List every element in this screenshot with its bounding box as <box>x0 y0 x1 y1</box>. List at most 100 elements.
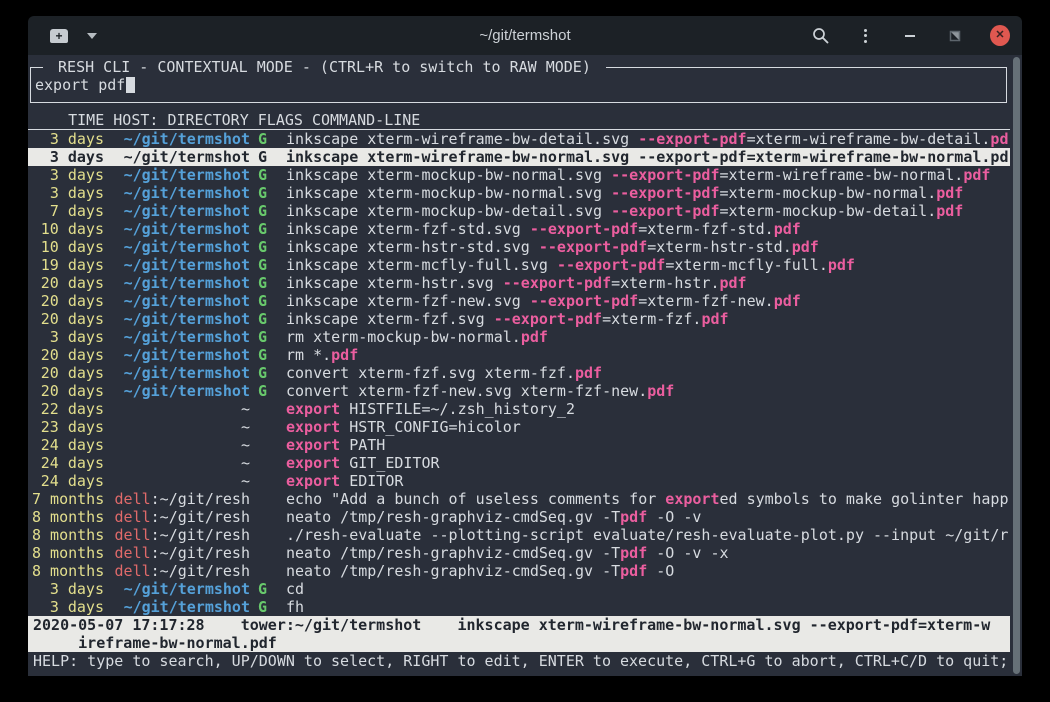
row-time: 3 days <box>32 148 104 166</box>
restore-button[interactable] <box>945 26 965 46</box>
row-flags <box>250 400 280 418</box>
match-highlight: export <box>286 400 340 418</box>
history-row[interactable]: 7 days~/git/termshotGinkscape xterm-mock… <box>28 202 1010 220</box>
row-directory: ~/git/termshot <box>124 382 250 400</box>
row-command: export HSTR_CONFIG=hicolor <box>280 418 1010 436</box>
history-row[interactable]: 24 days~export EDITOR <box>28 472 1010 490</box>
history-row[interactable]: 3 days~/git/termshotGinkscape xterm-wire… <box>28 130 1010 148</box>
row-directory: ~/git/termshot <box>124 328 250 346</box>
history-row[interactable]: 20 days~/git/termshotGconvert xterm-fzf.… <box>28 364 1010 382</box>
row-flags: G <box>250 274 280 292</box>
history-row[interactable]: 22 days~export HISTFILE=~/.zsh_history_2 <box>28 400 1010 418</box>
search-query-text: export pdf <box>35 76 125 94</box>
history-row[interactable]: 20 days~/git/termshotGinkscape xterm-fzf… <box>28 292 1010 310</box>
command-text: ./resh-evaluate --plotting-script evalua… <box>286 526 1008 544</box>
row-flags: G <box>250 184 280 202</box>
history-row[interactable]: 20 days~/git/termshotGconvert xterm-fzf-… <box>28 382 1010 400</box>
row-host-directory: ~/git/termshot <box>104 346 250 364</box>
match-highlight: pdf <box>792 238 819 256</box>
row-command: inkscape xterm-wireframe-bw-detail.svg -… <box>280 130 1010 148</box>
history-row[interactable]: 10 days~/git/termshotGinkscape xterm-hst… <box>28 238 1010 256</box>
row-command: inkscape xterm-fzf.svg --export-pdf=xter… <box>280 310 1010 328</box>
new-tab-button[interactable]: + <box>48 27 70 45</box>
row-directory: :~/git/resh <box>151 562 250 580</box>
command-text: inkscape xterm-hstr.svg <box>286 274 503 292</box>
row-command: export EDITOR <box>280 472 1010 490</box>
history-row[interactable]: 8 monthsdell:~/git/reshneato /tmp/resh-g… <box>28 508 1010 526</box>
command-text: =xterm-fzf-new. <box>638 292 773 310</box>
row-directory: ~ <box>241 436 250 454</box>
row-command: echo "Add a bunch of useless comments fo… <box>280 490 1010 508</box>
match-highlight: pdf <box>620 508 647 526</box>
history-row[interactable]: 19 days~/git/termshotGinkscape xterm-mcf… <box>28 256 1010 274</box>
row-host-directory: ~ <box>104 436 250 454</box>
history-row[interactable]: 24 days~export PATH <box>28 436 1010 454</box>
terminal-window: + ~/git/termshot <box>28 16 1022 676</box>
minimize-button[interactable] <box>900 26 920 46</box>
match-highlight: pdf <box>620 562 647 580</box>
row-flags <box>250 526 280 544</box>
history-row[interactable]: 8 monthsdell:~/git/reshneato /tmp/resh-g… <box>28 544 1010 562</box>
match-highlight: pdf <box>936 184 963 202</box>
row-directory: ~/git/termshot <box>124 148 250 166</box>
match-highlight: export <box>286 418 340 436</box>
search-button[interactable] <box>810 26 830 46</box>
history-row[interactable]: 3 days~/git/termshotGinkscape xterm-mock… <box>28 166 1010 184</box>
row-command: ./resh-evaluate --plotting-script evalua… <box>280 526 1010 544</box>
history-row[interactable]: 3 days~/git/termshotGrm xterm-mockup-bw-… <box>28 328 1010 346</box>
status-bar-line2: ireframe-bw-normal.pdf <box>28 634 1010 652</box>
row-time: 7 days <box>32 202 104 220</box>
history-row[interactable]: 3 days~/git/termshotGfh <box>28 598 1010 616</box>
match-highlight: --export-pdf <box>557 256 665 274</box>
row-flags: G <box>250 598 280 616</box>
row-time: 20 days <box>32 274 104 292</box>
row-time: 20 days <box>32 346 104 364</box>
row-host-directory: ~/git/termshot <box>104 184 250 202</box>
row-host-directory: ~/git/termshot <box>104 364 250 382</box>
row-time: 3 days <box>32 580 104 598</box>
match-highlight: --export-pdf <box>494 310 602 328</box>
command-text: EDITOR <box>340 472 403 490</box>
close-button[interactable]: ✕ <box>990 26 1010 46</box>
match-highlight: --export-pdf <box>530 220 638 238</box>
command-text: inkscape xterm-mockup-bw-normal.svg <box>286 166 611 184</box>
history-row[interactable]: 24 days~export GIT_EDITOR <box>28 454 1010 472</box>
search-input[interactable]: export pdf <box>31 76 135 94</box>
row-directory: ~/git/termshot <box>124 292 250 310</box>
row-directory: :~/git/resh <box>151 490 250 508</box>
match-highlight: pdf <box>828 256 855 274</box>
match-highlight: export <box>286 472 340 490</box>
menu-button[interactable] <box>855 26 875 46</box>
history-row[interactable]: 3 days~/git/termshotGinkscape xterm-mock… <box>28 184 1010 202</box>
row-time: 3 days <box>32 184 104 202</box>
row-flags: G <box>250 256 280 274</box>
history-row[interactable]: 7 monthsdell:~/git/reshecho "Add a bunch… <box>28 490 1010 508</box>
row-command: convert xterm-fzf.svg xterm-fzf.pdf <box>280 364 1010 382</box>
search-box[interactable]: RESH CLI - CONTEXTUAL MODE - (CTRL+R to … <box>30 67 1007 103</box>
command-text: HISTFILE=~/.zsh_history_2 <box>340 400 575 418</box>
match-highlight: --export-pdf <box>539 238 647 256</box>
match-highlight: pdf <box>575 364 602 382</box>
history-row[interactable]: 20 days ~/git/termshotGinkscape xterm-hst… <box>28 274 1010 292</box>
command-text: inkscape xterm-wireframe-bw-normal.svg <box>286 148 638 166</box>
row-directory: ~/git/termshot <box>124 274 250 292</box>
row-host-directory: dell:~/git/resh <box>104 490 250 508</box>
command-text: rm *. <box>286 346 331 364</box>
history-row[interactable]: 20 days~/git/termshotGinkscape xterm-fzf… <box>28 310 1010 328</box>
row-directory: ~/git/termshot <box>124 256 250 274</box>
history-row-selected[interactable]: 3 days~/git/termshotGinkscape xterm-wire… <box>28 148 1010 166</box>
row-directory: ~/git/termshot <box>124 346 250 364</box>
row-time: 3 days <box>32 328 104 346</box>
row-flags: G <box>250 382 280 400</box>
history-row[interactable]: 20 days~/git/termshotGrm *.pdf <box>28 346 1010 364</box>
history-row[interactable]: 8 monthsdell:~/git/reshneato /tmp/resh-g… <box>28 562 1010 580</box>
scrollbar-thumb[interactable] <box>1013 57 1020 674</box>
row-host-directory: ~/git/termshot <box>104 220 250 238</box>
scrollbar[interactable] <box>1011 55 1022 676</box>
history-row[interactable]: 8 monthsdell:~/git/resh./resh-evaluate -… <box>28 526 1010 544</box>
row-host-directory: ~ <box>104 400 250 418</box>
history-row[interactable]: 3 days~/git/termshotGcd <box>28 580 1010 598</box>
history-row[interactable]: 10 days~/git/termshotGinkscape xterm-fzf… <box>28 220 1010 238</box>
tab-dropdown-button[interactable] <box>86 26 98 46</box>
history-row[interactable]: 23 days~export HSTR_CONFIG=hicolor <box>28 418 1010 436</box>
